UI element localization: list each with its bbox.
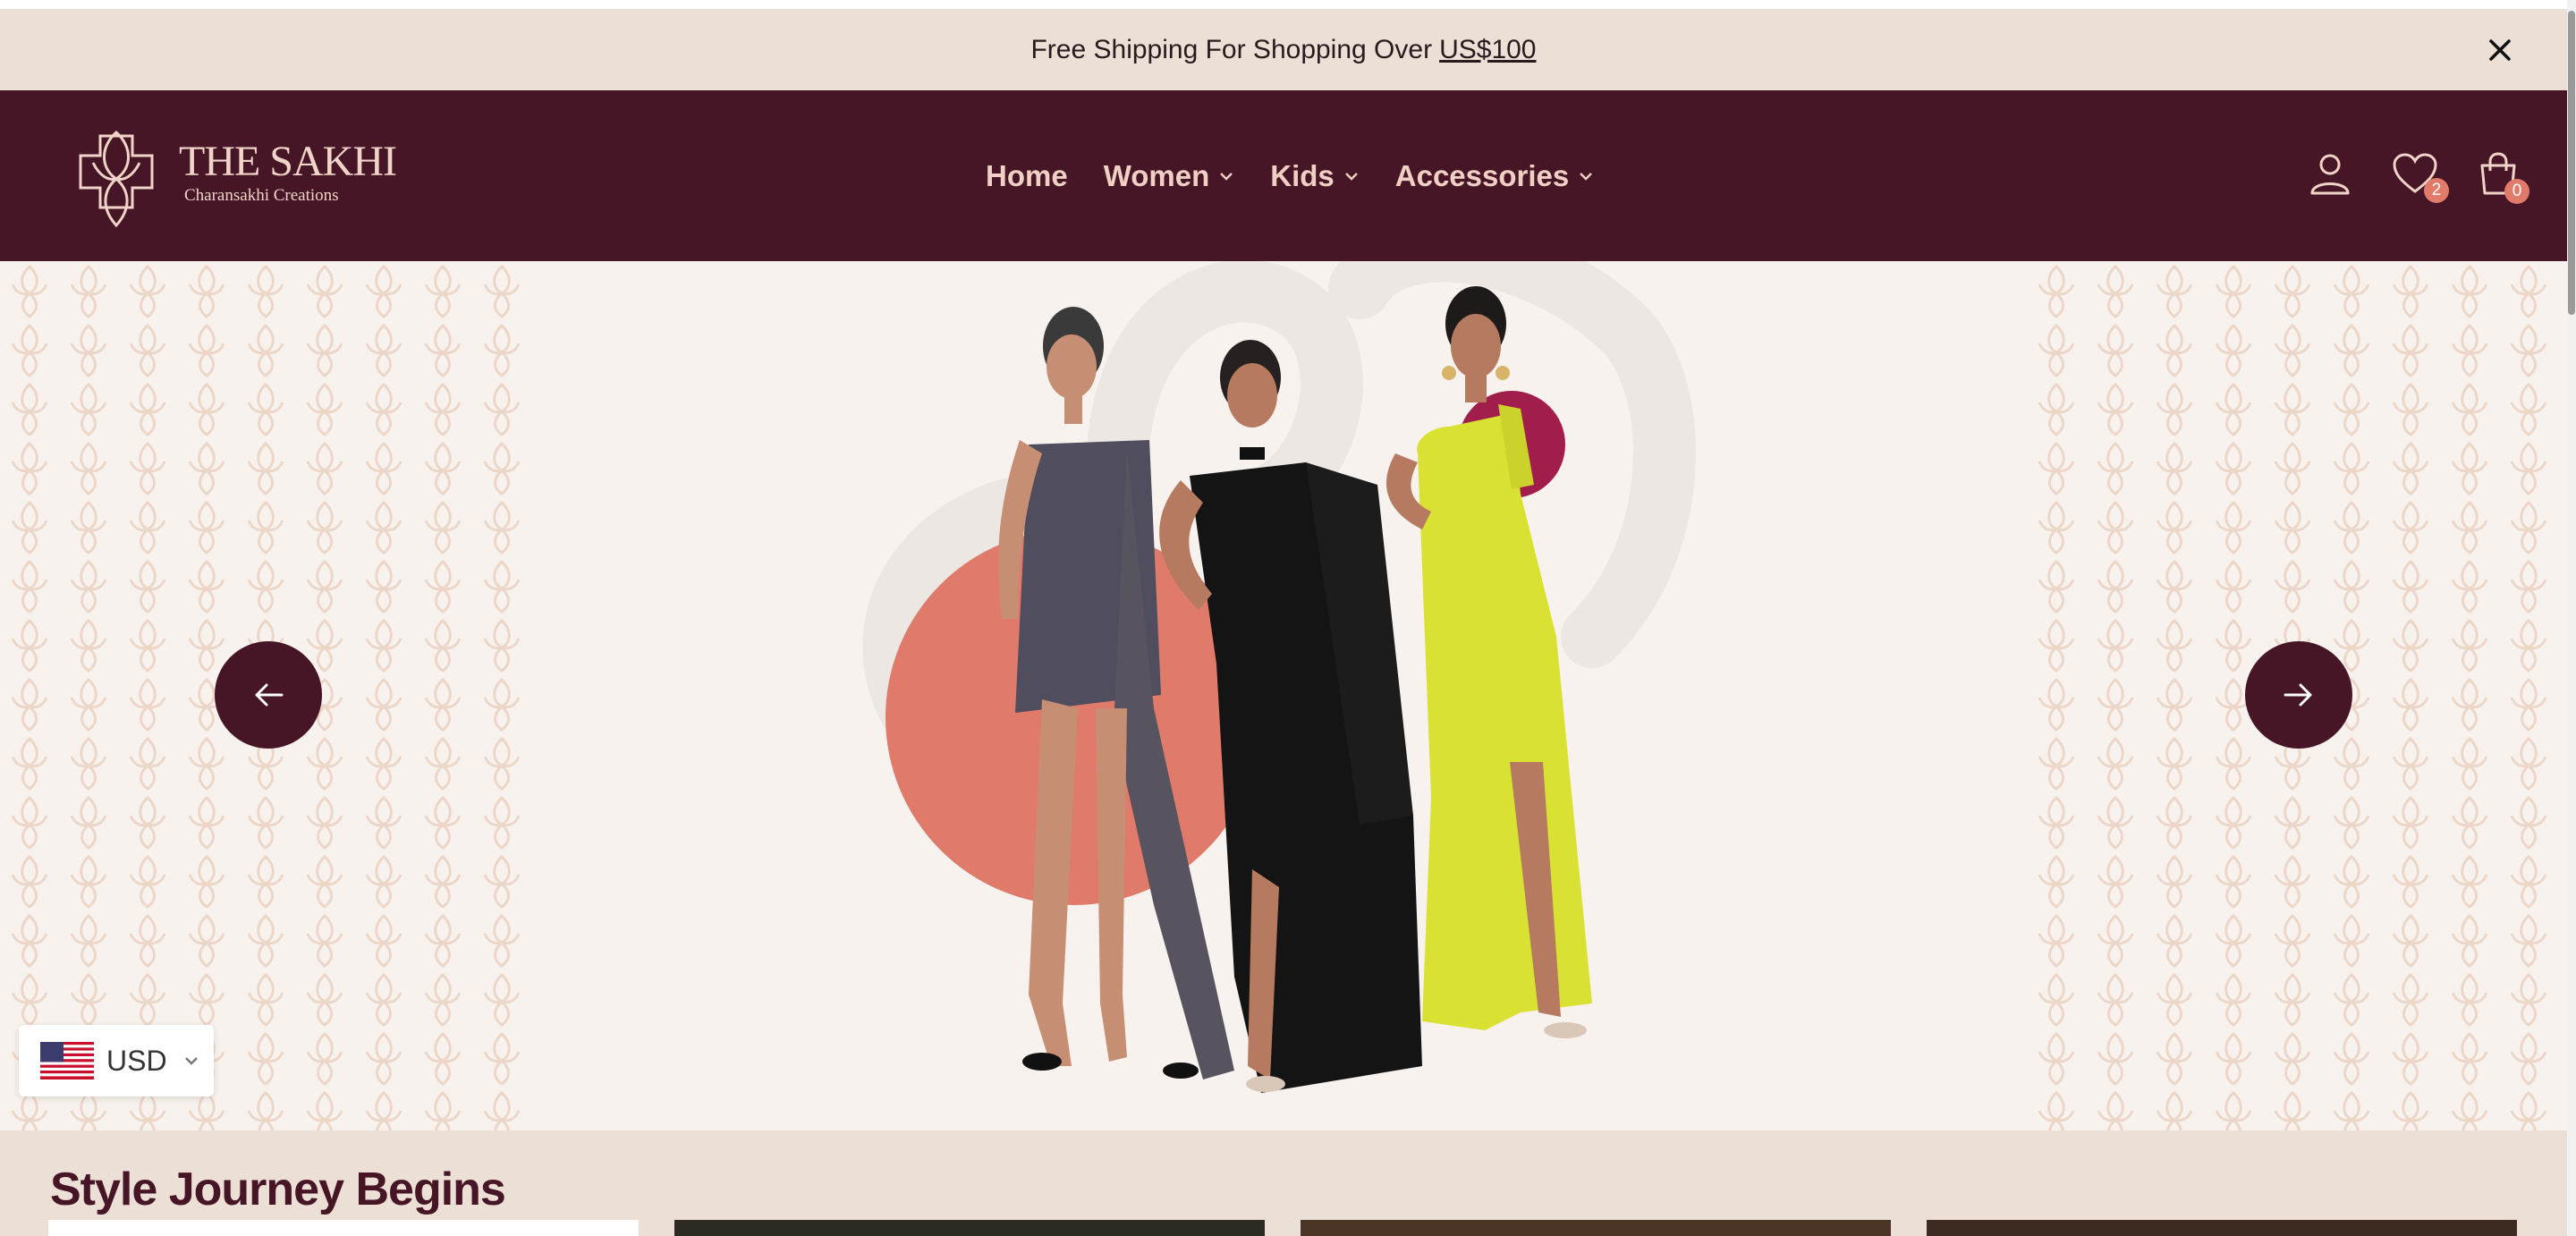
scrollbar-thumb[interactable] — [2568, 11, 2575, 315]
browser-top-strip — [0, 0, 2576, 9]
wishlist-count-badge: 2 — [2424, 178, 2449, 203]
cart-button[interactable]: 0 — [2478, 151, 2529, 204]
hero-banner — [0, 261, 2567, 1130]
chevron-down-icon — [1344, 172, 1358, 181]
nav-item-kids[interactable]: Kids — [1270, 159, 1360, 193]
nav-item-home[interactable]: Home — [986, 159, 1068, 193]
chevron-down-icon — [184, 1057, 198, 1065]
chevron-down-icon — [1580, 172, 1593, 181]
arrow-right-icon — [2284, 683, 2312, 707]
nav-item-label: Accessories — [1394, 158, 1570, 192]
hero-prev-button[interactable] — [215, 641, 322, 749]
close-icon[interactable] — [2485, 35, 2515, 65]
brand-logo[interactable]: THE SAKHI Charansakhi Creations — [73, 114, 397, 231]
brand-tagline: Charansakhi Creations — [184, 186, 339, 205]
currency-code: USD — [106, 1044, 167, 1077]
user-icon — [2310, 154, 2350, 195]
announcement-text: Free Shipping For Shopping Over — [1030, 34, 1433, 64]
currency-selector[interactable]: USD — [19, 1025, 214, 1096]
announcement-bar: Free Shipping For Shopping Over US$100 — [0, 9, 2567, 90]
nav-item-label: Women — [1103, 158, 1210, 192]
site-header: THE SAKHI Charansakhi Creations Home Wom… — [0, 90, 2567, 261]
wishlist-button[interactable]: 2 — [2392, 152, 2449, 203]
us-flag-icon — [40, 1042, 94, 1079]
product-card[interactable] — [674, 1220, 1265, 1236]
product-card[interactable] — [1927, 1220, 2517, 1236]
logo-emblem-icon — [79, 130, 154, 228]
hero-image — [862, 261, 1696, 1093]
section-title: Style Journey Begins — [50, 1164, 506, 1215]
main-nav: Home Women Kids Accessories — [986, 90, 1630, 261]
product-card[interactable] — [48, 1220, 639, 1236]
cart-count-badge: 0 — [2504, 179, 2529, 204]
chevron-down-icon — [1220, 172, 1233, 181]
header-actions: 2 0 — [2268, 90, 2529, 261]
page-scrollbar[interactable] — [2567, 0, 2576, 1236]
nav-item-accessories[interactable]: Accessories — [1395, 159, 1594, 193]
arrow-left-icon — [255, 683, 284, 707]
brand-name: THE SAKHI — [179, 138, 397, 185]
hero-next-button[interactable] — [2245, 641, 2352, 749]
product-card[interactable] — [1301, 1220, 1891, 1236]
announcement-link[interactable]: US$100 — [1439, 35, 1536, 65]
nav-item-women[interactable]: Women — [1104, 159, 1235, 193]
nav-item-label: Kids — [1270, 158, 1335, 192]
account-button[interactable] — [2308, 151, 2352, 200]
nav-item-label: Home — [986, 158, 1068, 192]
